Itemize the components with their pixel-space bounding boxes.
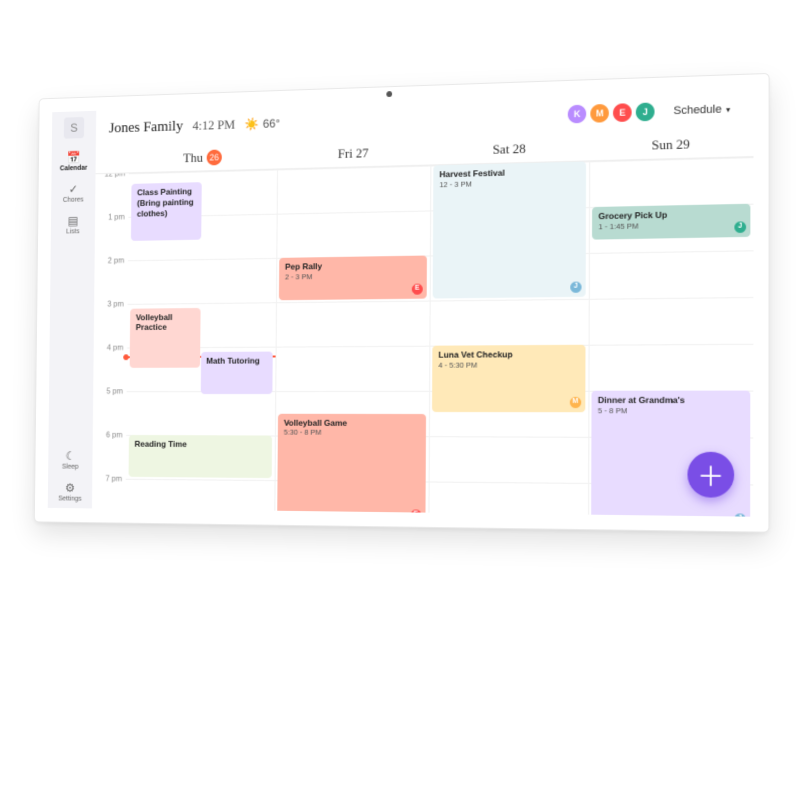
event-time: 4 - 5:30 PM [438, 360, 579, 370]
family-name: Jones Family [109, 118, 183, 137]
sleep-icon: ☾ [59, 450, 82, 462]
event-member-badge: M [570, 396, 581, 407]
member-j[interactable]: J [636, 102, 655, 121]
clock-time: 4:12 PM [192, 117, 235, 134]
day-header[interactable]: Sat 28 [430, 133, 589, 165]
schedule-dropdown[interactable]: Schedule ▾ [665, 100, 739, 121]
hour-label: 1 pm [108, 213, 125, 222]
event-member-badge: E [412, 284, 423, 295]
calendar-icon: 📅 [60, 151, 88, 163]
event[interactable]: Harvest Festival12 - 3 PM J [433, 161, 586, 298]
event-title: Reading Time [135, 439, 267, 450]
event[interactable]: Math Tutoring [200, 351, 272, 393]
nav-sleep[interactable]: ☾Sleep [59, 444, 83, 476]
event[interactable]: Grocery Pick Up1 - 1:45 PMJ [592, 204, 750, 240]
sun-icon: ☀️ [245, 117, 259, 131]
event-columns[interactable]: Class Painting (Bring painting clothes) V… [125, 157, 753, 517]
add-event-button[interactable]: ＋ [687, 452, 734, 498]
settings-icon: ⚙ [58, 482, 81, 494]
today-badge: 26 [207, 149, 222, 165]
member-e[interactable]: E [613, 103, 632, 122]
event-time: 5 - 8 PM [598, 406, 744, 416]
event[interactable]: Luna Vet Checkup4 - 5:30 PM M [432, 345, 585, 412]
member-m[interactable]: M [590, 104, 609, 123]
event-time: 1 - 1:45 PM [598, 219, 743, 231]
day-header[interactable]: Sun 29 [589, 128, 753, 160]
event-title: Luna Vet Checkup [438, 349, 579, 360]
event-member-badge: E [410, 510, 421, 517]
hour-label: 4 pm [107, 343, 124, 352]
day-header[interactable]: Fri 27 [277, 138, 431, 169]
temperature: 66° [263, 116, 281, 130]
hour-label: 2 pm [108, 256, 125, 265]
event-title: Grocery Pick Up [598, 208, 743, 222]
day-header[interactable]: Thu26 [129, 142, 277, 172]
camera-dot [386, 91, 392, 97]
event-title: Class Painting (Bring painting clothes) [137, 186, 197, 218]
event-title: Dinner at Grandma's [598, 395, 744, 406]
event-time: 5:30 - 8 PM [284, 428, 420, 438]
time-gutter: 12 pm1 pm2 pm3 pm4 pm5 pm6 pm7 pm [92, 173, 129, 509]
hour-label: 7 pm [105, 474, 122, 483]
event-title: Math Tutoring [206, 355, 267, 366]
nav-settings[interactable]: ⚙Settings [58, 476, 82, 508]
screen: S 📅Calendar✓Chores▤Lists ☾Sleep⚙Settings… [48, 89, 754, 517]
event-member-badge: J [570, 282, 581, 293]
event-title: Volleyball Practice [136, 311, 196, 332]
hour-label: 3 pm [107, 300, 124, 309]
weather[interactable]: ☀️ 66° [245, 116, 281, 131]
brand-logo[interactable]: S [64, 117, 84, 139]
calendar-grid[interactable]: 12 pm1 pm2 pm3 pm4 pm5 pm6 pm7 pm Class … [92, 157, 754, 517]
event[interactable]: Dinner at Grandma's5 - 8 PM J [591, 391, 750, 517]
chores-icon: ✓ [60, 183, 88, 195]
event-member-badge: J [734, 221, 746, 233]
event-member-badge: J [734, 513, 746, 516]
event[interactable]: Reading Time [129, 435, 272, 478]
nav-lists[interactable]: ▤Lists [59, 209, 87, 241]
event[interactable]: Pep Rally2 - 3 PME [279, 256, 427, 301]
nav-calendar[interactable]: 📅Calendar [60, 146, 88, 178]
event-title: Harvest Festival [439, 166, 579, 180]
hour-label: 6 pm [106, 430, 123, 439]
member-k[interactable]: K [568, 105, 587, 124]
main: Jones Family 4:12 PM ☀️ 66° KMEJ Schedul… [92, 89, 754, 517]
event-time: 2 - 3 PM [285, 270, 421, 281]
hour-label: 5 pm [106, 387, 123, 396]
event-time: 12 - 3 PM [439, 176, 579, 189]
event[interactable]: Volleyball Game5:30 - 8 PM E [277, 413, 426, 517]
lists-icon: ▤ [59, 215, 87, 227]
event-title: Volleyball Game [284, 417, 420, 428]
event[interactable]: Volleyball Practice [130, 307, 201, 367]
smart-display-device: S 📅Calendar✓Chores▤Lists ☾Sleep⚙Settings… [35, 74, 769, 532]
chevron-down-icon: ▾ [726, 105, 730, 114]
event[interactable]: Class Painting (Bring painting clothes) [131, 182, 202, 241]
nav-chores[interactable]: ✓Chores [59, 177, 87, 209]
family-members: KMEJ [568, 102, 655, 123]
sidebar: S 📅Calendar✓Chores▤Lists ☾Sleep⚙Settings [48, 111, 96, 509]
